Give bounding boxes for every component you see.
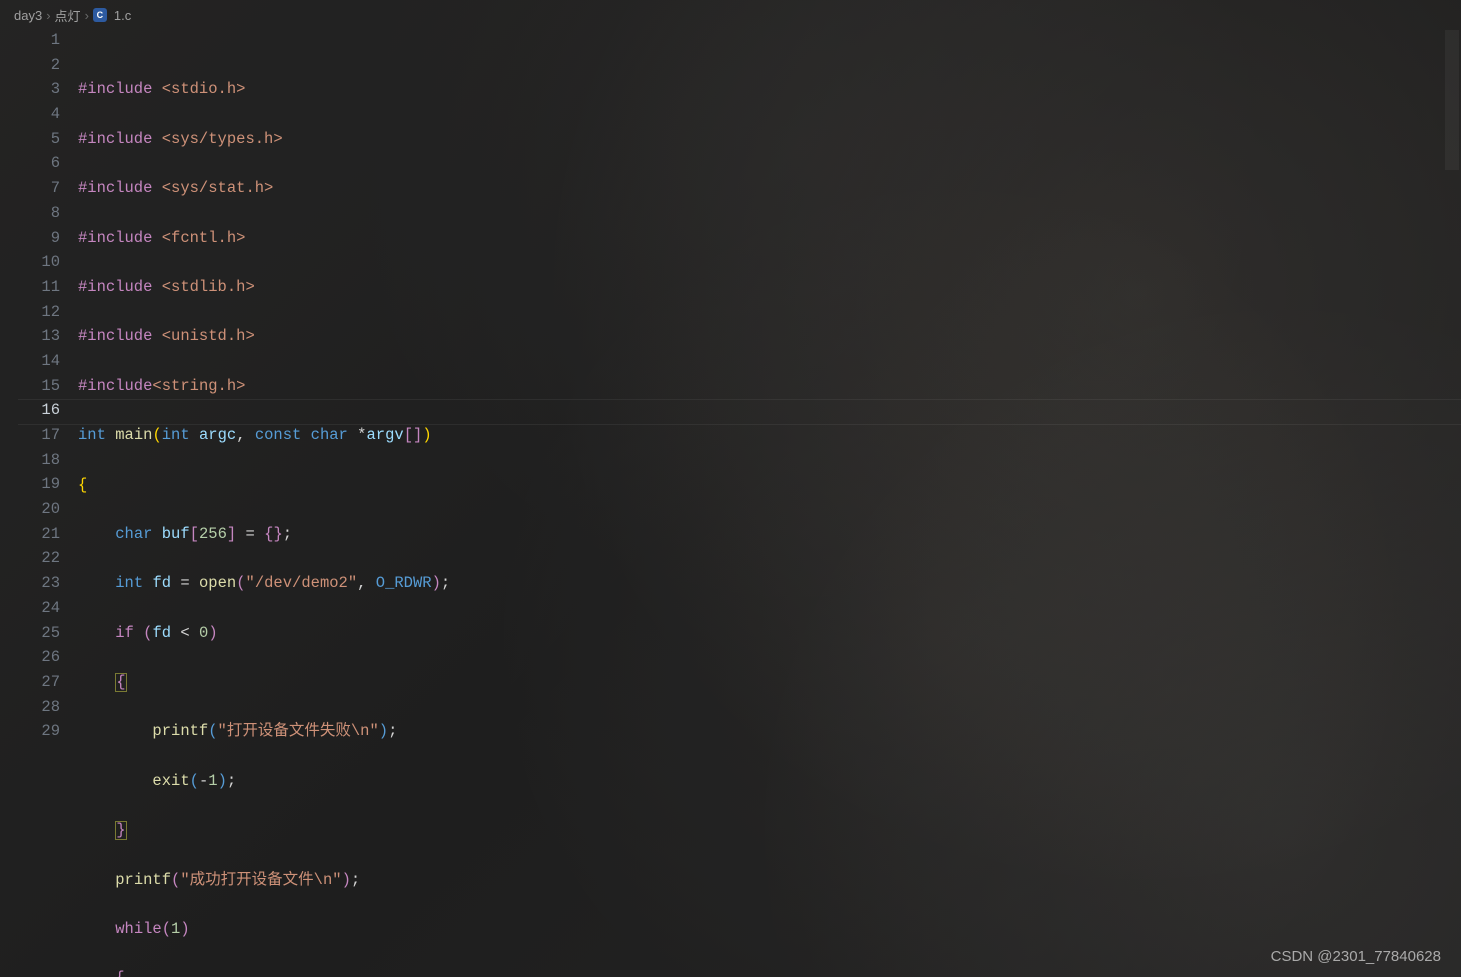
function-call: exit [152,772,189,790]
line-number: 14 [0,349,60,374]
line-number: 15 [0,374,60,399]
identifier: fd [152,624,171,642]
breadcrumb: day3 › 点灯 › C 1.c [0,0,1461,26]
line-number: 13 [0,324,60,349]
line-number: 16 [0,398,60,423]
line-number: 6 [0,151,60,176]
line-number: 21 [0,522,60,547]
keyword-char: char [115,525,152,543]
function-call: printf [152,722,208,740]
keyword-const: const [255,426,302,444]
line-number: 5 [0,127,60,152]
function-call: printf [115,871,171,889]
identifier: argv [366,426,403,444]
keyword-while: while [115,920,162,938]
current-line-highlight [18,399,1461,426]
line-number: 23 [0,571,60,596]
line-number: 2 [0,53,60,78]
identifier: fd [152,574,171,592]
line-number: 22 [0,546,60,571]
identifier: argc [199,426,236,444]
number: 0 [199,624,208,642]
header-name: fcntl.h [171,229,236,247]
string-literal: /dev/demo2 [255,574,348,592]
header-name: sys/types.h [171,130,273,148]
code-content[interactable]: #include <stdio.h> #include <sys/types.h… [78,28,1461,977]
bracket-match: { [115,673,126,692]
breadcrumb-item[interactable]: 1.c [114,8,131,23]
header-name: stdlib.h [171,278,245,296]
line-number: 9 [0,226,60,251]
header-name: string.h [162,377,236,395]
keyword-int: int [162,426,190,444]
line-number: 8 [0,201,60,226]
line-number: 4 [0,102,60,127]
line-number: 7 [0,176,60,201]
line-number: 20 [0,497,60,522]
keyword-char: char [311,426,348,444]
scrollbar[interactable] [1445,30,1459,170]
c-file-icon: C [93,8,107,22]
line-number-gutter: 1 2 3 4 5 6 7 8 9 10 11 12 13 14 15 16 1… [0,28,78,977]
breadcrumb-item[interactable]: 点灯 [55,6,81,25]
number: 1 [208,772,217,790]
breadcrumb-item[interactable]: day3 [14,8,42,23]
line-number: 12 [0,300,60,325]
identifier: buf [162,525,190,543]
line-number: 1 [0,28,60,53]
line-number: 3 [0,77,60,102]
line-number: 29 [0,719,60,744]
string-literal: 成功打开设备文件\n [190,871,333,889]
number: 256 [199,525,227,543]
line-number: 27 [0,670,60,695]
line-number: 11 [0,275,60,300]
bracket-match: } [115,821,126,840]
number: 1 [171,920,180,938]
line-number: 26 [0,645,60,670]
code-editor[interactable]: 1 2 3 4 5 6 7 8 9 10 11 12 13 14 15 16 1… [0,26,1461,977]
keyword-int: int [78,426,106,444]
watermark: CSDN @2301_77840628 [1271,948,1441,965]
line-number: 28 [0,695,60,720]
chevron-right-icon: › [85,8,89,23]
string-literal: 打开设备文件失败\n [227,722,370,740]
constant: O_RDWR [376,574,432,592]
header-name: stdio.h [171,80,236,98]
keyword-if: if [115,624,134,642]
line-number: 19 [0,472,60,497]
header-name: unistd.h [171,327,245,345]
line-number: 25 [0,621,60,646]
line-number: 17 [0,423,60,448]
header-name: sys/stat.h [171,179,264,197]
line-number: 18 [0,448,60,473]
function-main: main [115,426,152,444]
function-call: open [199,574,236,592]
chevron-right-icon: › [46,8,50,23]
keyword-int: int [115,574,143,592]
line-number: 10 [0,250,60,275]
line-number: 24 [0,596,60,621]
